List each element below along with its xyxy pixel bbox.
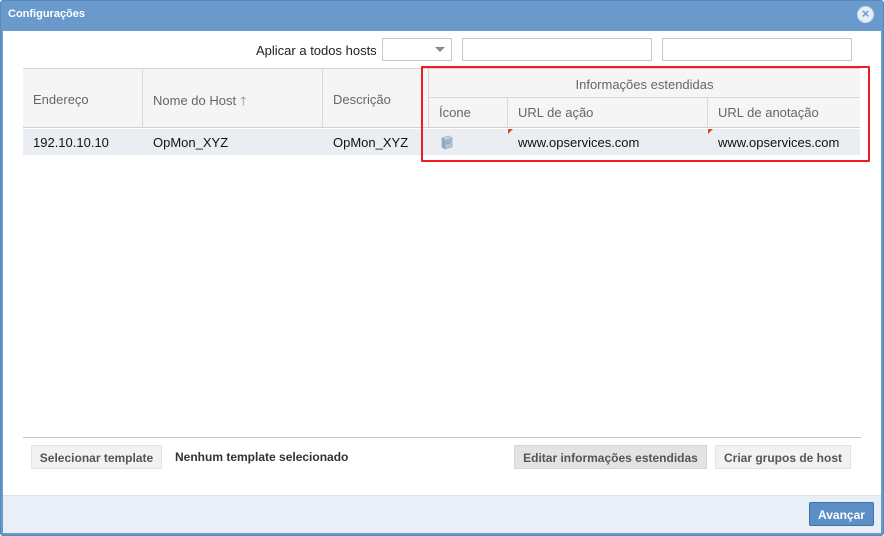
apply-all-select[interactable] bbox=[382, 38, 452, 61]
window-footer: Avançar bbox=[3, 495, 881, 533]
apply-all-action-url-input[interactable] bbox=[462, 38, 652, 61]
column-header-description[interactable]: Descrição bbox=[323, 68, 428, 128]
close-icon[interactable]: × bbox=[857, 6, 874, 23]
column-header-host-name[interactable]: Nome do Host 🡑 bbox=[143, 68, 323, 128]
sort-ascending-icon: 🡑 bbox=[240, 94, 247, 108]
select-template-button[interactable]: Selecionar template bbox=[31, 445, 162, 469]
next-button[interactable]: Avançar bbox=[809, 502, 874, 526]
extended-info-highlight bbox=[421, 66, 870, 162]
template-status: Nenhum template selecionado bbox=[175, 450, 349, 464]
edit-extended-info-button[interactable]: Editar informações estendidas bbox=[514, 445, 707, 469]
toolbar-divider bbox=[23, 437, 861, 438]
apply-all-notes-url-input[interactable] bbox=[662, 38, 852, 61]
cell-description: OpMon_XYZ bbox=[333, 135, 409, 150]
column-header-host-name-label: Nome do Host bbox=[153, 93, 237, 108]
apply-all-label: Aplicar a todos hosts bbox=[256, 43, 377, 58]
column-header-description-label: Descrição bbox=[333, 92, 391, 107]
create-host-groups-button[interactable]: Criar grupos de host bbox=[715, 445, 851, 469]
window-title: Configurações bbox=[8, 8, 86, 20]
column-header-address-label: Endereço bbox=[33, 92, 89, 107]
column-header-address[interactable]: Endereço bbox=[23, 68, 143, 128]
cell-address: 192.10.10.10 bbox=[33, 135, 109, 150]
chevron-down-icon bbox=[435, 47, 445, 52]
cell-host-name: OpMon_XYZ bbox=[153, 135, 229, 150]
